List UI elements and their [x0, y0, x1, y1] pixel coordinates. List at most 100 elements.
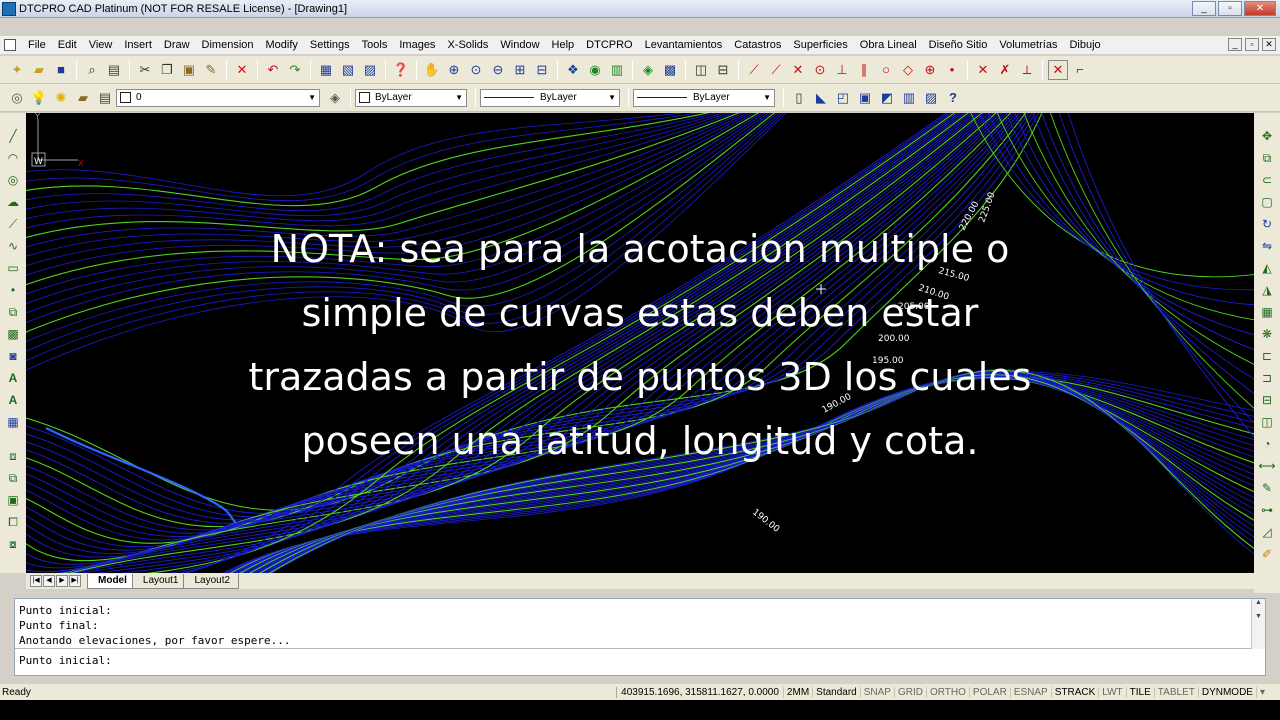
- tab-layout2[interactable]: Layout2: [183, 573, 240, 589]
- edit-polyline-icon[interactable]: ◣: [811, 88, 831, 108]
- match-properties-icon[interactable]: ✎: [201, 60, 221, 80]
- rectangle-icon[interactable]: ▭: [4, 259, 22, 277]
- color-select[interactable]: ByLayer ▼: [355, 88, 467, 107]
- paint-icon[interactable]: ✐: [1258, 545, 1276, 563]
- print-icon[interactable]: ▤: [104, 60, 124, 80]
- menu-dtcpro[interactable]: DTCPRO: [580, 36, 638, 54]
- next-tab-button[interactable]: ▶: [56, 575, 68, 587]
- doc-minimize-button[interactable]: _: [1228, 38, 1242, 51]
- menu-superficies[interactable]: Superficies: [787, 36, 853, 54]
- snap-tangent-icon[interactable]: ○: [876, 60, 896, 80]
- snap-quadrant-icon[interactable]: ◇: [898, 60, 918, 80]
- snap-nearest-icon[interactable]: ✕: [973, 60, 993, 80]
- sun-icon[interactable]: ✺: [51, 88, 71, 108]
- status-dynmode[interactable]: DYNMODE: [1197, 686, 1256, 698]
- stretch-icon[interactable]: ◮: [1258, 281, 1276, 299]
- tab-layout1[interactable]: Layout1: [131, 573, 188, 589]
- cut-icon[interactable]: ✂: [135, 60, 155, 80]
- undo-icon[interactable]: ↶: [263, 60, 283, 80]
- close-button[interactable]: ✕: [1244, 1, 1276, 16]
- snap-center-icon[interactable]: ⊙: [810, 60, 830, 80]
- print-preview-icon[interactable]: ⌕: [82, 60, 102, 80]
- menu-images[interactable]: Images: [393, 36, 441, 54]
- tool-palette-icon[interactable]: ▨: [360, 60, 380, 80]
- menu-tools[interactable]: Tools: [356, 36, 394, 54]
- copy-object-icon[interactable]: ⧉: [1258, 149, 1276, 167]
- layer-select[interactable]: 0 ▼: [116, 88, 320, 107]
- document-icon[interactable]: ▯: [789, 88, 809, 108]
- named-views-icon[interactable]: ◈: [638, 60, 658, 80]
- line-icon[interactable]: ╱: [4, 127, 22, 145]
- mirror-icon[interactable]: ⇋: [1258, 237, 1276, 255]
- 3d-orbit-icon[interactable]: ▩: [660, 60, 680, 80]
- menu-view[interactable]: View: [83, 36, 119, 54]
- status-tile[interactable]: TILE: [1125, 686, 1154, 698]
- polyline-icon[interactable]: ⟋: [4, 215, 22, 233]
- pan-icon[interactable]: ✋: [422, 60, 442, 80]
- tab-model[interactable]: Model: [87, 573, 136, 589]
- new-icon[interactable]: ✦: [7, 60, 27, 80]
- menu-volumetrias[interactable]: Volumetrías: [993, 36, 1063, 54]
- doc-restore-button[interactable]: ▫: [1245, 38, 1259, 51]
- menu-file[interactable]: File: [22, 36, 52, 54]
- hatch-icon[interactable]: ▩: [4, 325, 22, 343]
- prev-tab-button[interactable]: ◀: [43, 575, 55, 587]
- status-menu-arrow[interactable]: ▾: [1255, 686, 1268, 698]
- snap-node-icon[interactable]: •: [942, 60, 962, 80]
- status-strack[interactable]: STRACK: [1050, 686, 1099, 698]
- maximize-button[interactable]: ▫: [1218, 1, 1242, 16]
- minimize-button[interactable]: _: [1192, 1, 1216, 16]
- menu-diseno-sitio[interactable]: Diseño Sitio: [923, 36, 994, 54]
- status-annotation-style[interactable]: Standard: [812, 686, 860, 698]
- command-input[interactable]: Punto inicial:: [15, 653, 112, 668]
- lineweight-select[interactable]: ByLayer ▼: [633, 88, 775, 107]
- make-block-icon[interactable]: ⧉: [4, 469, 22, 487]
- status-polar[interactable]: POLAR: [968, 686, 1010, 698]
- menu-x-solids[interactable]: X-Solids: [441, 36, 494, 54]
- edit-icon[interactable]: ✎: [1258, 479, 1276, 497]
- spline-icon[interactable]: ∿: [4, 237, 22, 255]
- fillet-icon[interactable]: ◔: [1258, 435, 1276, 453]
- erase-icon[interactable]: ◿: [1258, 523, 1276, 541]
- offset-icon[interactable]: ⊂: [1258, 171, 1276, 189]
- chamfer-icon[interactable]: ◫: [1258, 413, 1276, 431]
- menu-help[interactable]: Help: [546, 36, 581, 54]
- rotate-icon[interactable]: ↻: [1258, 215, 1276, 233]
- snap-apparent-icon[interactable]: ✗: [995, 60, 1015, 80]
- region-icon[interactable]: ◙: [4, 347, 22, 365]
- zoom-previous-icon[interactable]: ⊖: [488, 60, 508, 80]
- light-bulb-icon[interactable]: 💡: [29, 88, 49, 108]
- tile-vertical-icon[interactable]: ◫: [691, 60, 711, 80]
- edit-attribute-icon[interactable]: ▥: [899, 88, 919, 108]
- insert-image-icon[interactable]: ▣: [4, 491, 22, 509]
- status-scale[interactable]: 2MM: [782, 686, 812, 698]
- text-icon[interactable]: A: [4, 369, 22, 387]
- extend-icon[interactable]: ⊐: [1258, 369, 1276, 387]
- snap-midpoint-icon[interactable]: ⟋: [766, 60, 786, 80]
- last-tab-button[interactable]: ▶|: [69, 575, 81, 587]
- mtext-icon[interactable]: A: [4, 391, 22, 409]
- array-icon[interactable]: ▢: [1258, 193, 1276, 211]
- plot-icon[interactable]: ▤: [95, 88, 115, 108]
- zoom-out-icon[interactable]: ⊟: [532, 60, 552, 80]
- paste-icon[interactable]: ▣: [179, 60, 199, 80]
- point-icon[interactable]: •: [4, 281, 22, 299]
- revision-cloud-icon[interactable]: ☁: [4, 193, 22, 211]
- status-ortho[interactable]: ORTHO: [925, 686, 969, 698]
- menu-levantamientos[interactable]: Levantamientos: [639, 36, 729, 54]
- first-tab-button[interactable]: |◀: [30, 575, 42, 587]
- menu-modify[interactable]: Modify: [260, 36, 304, 54]
- arc-icon[interactable]: ◠: [4, 149, 22, 167]
- array-rect-icon[interactable]: ▦: [1258, 303, 1276, 321]
- menu-obra-lineal[interactable]: Obra Lineal: [854, 36, 923, 54]
- status-tablet[interactable]: TABLET: [1153, 686, 1198, 698]
- edit-spline-icon[interactable]: ◰: [833, 88, 853, 108]
- menu-dibujo[interactable]: Dibujo: [1063, 36, 1106, 54]
- zoom-window-icon[interactable]: ⊙: [466, 60, 486, 80]
- lock-icon[interactable]: ▰: [73, 88, 93, 108]
- make-current-layer-icon[interactable]: ◈: [325, 88, 345, 108]
- snap-settings-icon[interactable]: ⌐: [1070, 60, 1090, 80]
- table-icon[interactable]: ▦: [4, 413, 22, 431]
- lengthen-icon[interactable]: ⟷: [1258, 457, 1276, 475]
- wblock-icon[interactable]: ⧇: [4, 535, 22, 553]
